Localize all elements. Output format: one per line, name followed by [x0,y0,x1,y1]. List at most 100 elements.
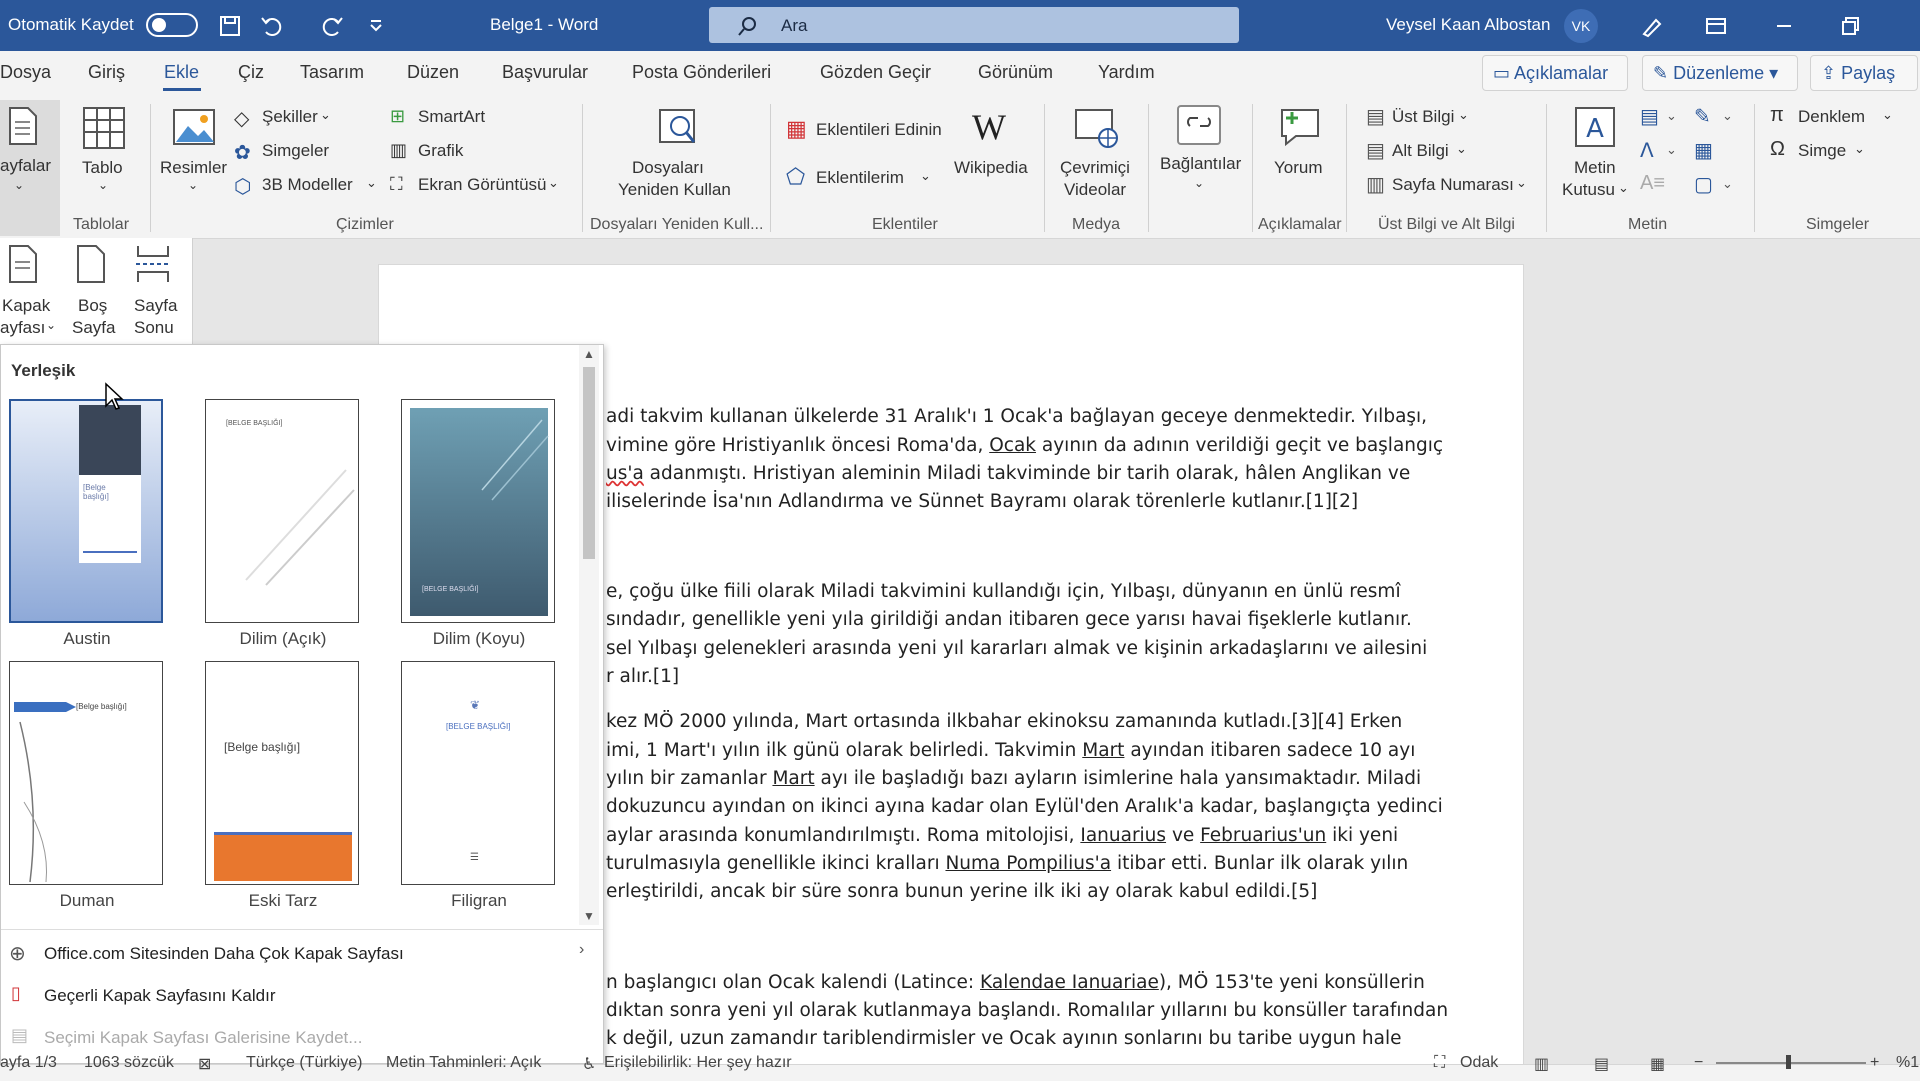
reuse-files-icon[interactable] [656,108,700,148]
tab-duzen[interactable]: Düzen [407,62,459,83]
link-icon[interactable] [1176,104,1222,146]
zoom-out-icon[interactable]: − [1694,1054,1703,1072]
tab-basvurular[interactable]: Başvurular [502,62,588,83]
wikipedia-button[interactable]: Wikipedia [954,158,1028,178]
symbol-button[interactable]: Simge [1798,141,1846,161]
pages-button[interactable]: ayfalar ⌄ [0,100,60,236]
cover-austin[interactable]: [Belge başlığı] [9,399,163,623]
pages-dropdown: Kapak ayfası ⌄ Boş Sayfa Sayfa Sonu [0,238,193,344]
textbox-button[interactable]: Metin [1574,158,1616,178]
restore-icon[interactable] [1836,12,1864,40]
signature-line-icon[interactable]: ✎ [1694,104,1711,129]
equation-button[interactable]: Denklem [1798,107,1865,127]
tab-ciz[interactable]: Çiz [238,62,264,83]
page-break-button[interactable]: Sayfa Sonu [126,238,182,344]
shapes-icon: ◇ [234,108,250,130]
chart-button[interactable]: Grafik [418,141,463,161]
table-icon[interactable] [82,106,126,150]
cover-page-button[interactable]: Kapak ayfası ⌄ [0,238,60,344]
chevron-down-icon: ⌄ [548,175,559,190]
gallery-scrollbar[interactable]: ▲ ▼ [579,345,599,925]
drop-cap-icon[interactable]: A≡ [1640,172,1665,195]
customize-qat-icon[interactable] [362,12,390,40]
scroll-down-icon[interactable]: ▼ [583,909,595,923]
tab-tasarim[interactable]: Tasarım [300,62,364,83]
shapes-button[interactable]: Şekiller [262,107,318,127]
read-mode-icon[interactable]: ▥ [1534,1054,1549,1074]
zoom-level[interactable]: %1 [1896,1054,1919,1072]
scroll-thumb[interactable] [583,367,595,559]
status-accessibility[interactable]: Erişilebilirlik: Her şey hazır [604,1054,792,1072]
footer-button[interactable]: Alt Bilgi [1392,141,1449,161]
group-label-illustrations: Çizimler [336,216,394,233]
comment-icon[interactable] [1278,106,1322,148]
textbox-icon[interactable]: A [1574,106,1616,148]
smartart-button[interactable]: SmartArt [418,107,485,127]
status-predictions[interactable]: Metin Tahminleri: Açık [386,1054,541,1072]
avatar[interactable]: VK [1564,9,1598,43]
cover-slice-light[interactable]: [BELGE BAŞLIĞI] [205,399,359,623]
comments-button[interactable]: ▭ Açıklamalar [1482,55,1628,91]
cover-filigree[interactable]: ❦ [BELGE BAŞLIĞI] ☰ [401,661,555,885]
proofing-icon[interactable]: ⊠ [198,1054,211,1074]
cover-retro[interactable]: [Belge başlığı] [205,661,359,885]
undo-icon[interactable] [258,12,286,40]
online-video-button[interactable]: Çevrimiçi [1060,158,1130,178]
cover-smoke[interactable]: [Belge başlığı] [9,661,163,885]
online-video-icon[interactable] [1074,108,1120,150]
screenshot-button[interactable]: Ekran Görüntüsü [418,175,547,195]
minimize-icon[interactable] [1770,12,1798,40]
focus-button[interactable]: Odak [1460,1054,1498,1072]
tab-gozden-gecir[interactable]: Gözden Geçir [820,62,931,83]
redo-icon[interactable] [318,12,346,40]
wordart-icon[interactable]: ᐱ [1640,138,1654,163]
save-icon[interactable] [216,12,244,40]
links-button[interactable]: Bağlantılar [1160,154,1241,174]
menu-more-covers[interactable]: ⊕ Office.com Sitesinden Daha Çok Kapak S… [1,935,603,971]
zoom-slider-thumb[interactable] [1786,1055,1791,1069]
page-number-button[interactable]: Sayfa Numarası [1392,175,1514,195]
tab-gorunum[interactable]: Görünüm [978,62,1053,83]
tab-ekle[interactable]: Ekle [164,62,199,83]
tab-yardim[interactable]: Yardım [1098,62,1155,83]
share-icon: ⇪ [1821,63,1837,83]
cover-smoke-label: Duman [59,891,115,910]
chevron-down-icon: ⌄ [1458,107,1469,122]
get-addins-button[interactable]: Eklentileri Edinin [816,120,942,140]
tab-dosya[interactable]: Dosya [0,62,51,83]
zoom-in-icon[interactable]: + [1870,1054,1879,1072]
chevron-down-icon: ⌄ [1456,141,1467,156]
tab-giris[interactable]: Giriş [88,62,125,83]
ribbon-display-icon[interactable] [1702,12,1730,40]
comment-button[interactable]: Yorum [1274,158,1323,178]
table-button[interactable]: Tablo [82,158,123,178]
3d-models-button[interactable]: 3B Modeller [262,175,353,195]
quick-parts-icon[interactable]: ▤ [1640,104,1659,129]
title-bar: Otomatik Kaydet Belge1 - Word Ara Veysel… [0,0,1920,51]
cover-slice-dark[interactable]: [BELGE BAŞLIĞI] [401,399,555,623]
reuse-files-button[interactable]: Dosyaları [632,158,704,178]
menu-remove-cover[interactable]: ▯ Geçerli Kapak Sayfasını Kaldır [1,977,603,1013]
blank-page-button[interactable]: Boş Sayfa [68,238,118,344]
my-addins-button[interactable]: Eklentilerim [816,168,904,188]
omega-icon: Ω [1770,138,1785,160]
status-language[interactable]: Türkçe (Türkiye) [246,1054,362,1072]
zoom-slider[interactable] [1716,1062,1866,1064]
web-layout-icon[interactable]: ▦ [1650,1054,1665,1074]
search-box[interactable]: Ara [709,7,1239,43]
header-button[interactable]: Üst Bilgi [1392,107,1454,127]
pictures-button[interactable]: Resimler [160,158,227,178]
pictures-icon[interactable] [172,108,216,148]
status-page[interactable]: ayfa 1/3 [0,1054,57,1072]
date-time-icon[interactable]: ▦ [1694,138,1713,163]
share-button[interactable]: ⇪ Paylaş [1810,55,1918,91]
editing-button[interactable]: ✎ Düzenleme ▾ [1642,55,1798,91]
pen-icon[interactable] [1638,12,1666,40]
print-layout-icon[interactable]: ▤ [1594,1054,1609,1074]
scroll-up-icon[interactable]: ▲ [583,347,595,361]
icons-button[interactable]: Simgeler [262,141,329,161]
object-icon[interactable]: ▢ [1694,172,1713,197]
tab-posta[interactable]: Posta Gönderileri [632,62,771,83]
status-words[interactable]: 1063 sözcük [84,1054,174,1072]
autosave-toggle[interactable] [146,13,198,37]
